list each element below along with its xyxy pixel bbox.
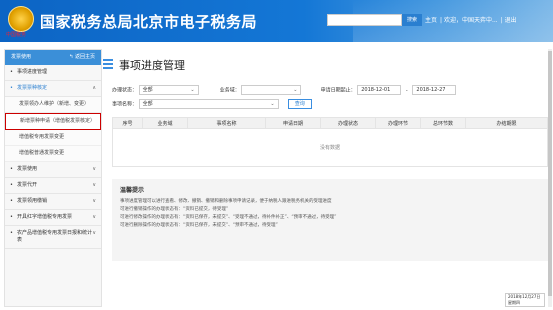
sidebar-subitem-new-type[interactable]: 新增票种申请（增值税发票核定）: [5, 113, 101, 130]
sidebar-item-invoice-type[interactable]: • 发票票种核定 ∧: [5, 81, 101, 97]
list-icon: [103, 59, 113, 70]
sidebar: 发票使用 ↰ 返回主页 • 事项进度管理 • 发票票种核定 ∧ 发票领办人维护（…: [4, 49, 102, 307]
col-header: 事项名称: [187, 117, 266, 129]
filter-row-1: 办理状态： 全部 ⌄ 业务域： ⌄ 申请日期起止： 2018-12-01 - 20…: [112, 85, 457, 95]
search-input[interactable]: [327, 14, 402, 26]
logout-link[interactable]: 退出: [505, 17, 517, 24]
bullet-icon: •: [10, 69, 13, 75]
item-label: 事项名称：: [112, 101, 138, 108]
tray-day: 星期四: [508, 300, 520, 305]
date-to-input[interactable]: 2018-12-27: [412, 85, 457, 95]
main-content: 事项进度管理 办理状态： 全部 ⌄ 业务域： ⌄ 申请日期起止： 2018-12-…: [103, 49, 550, 307]
col-header: 办结期限: [465, 117, 548, 129]
chevron-down-icon: ∨: [92, 230, 96, 236]
status-label: 办理状态：: [112, 87, 138, 94]
sidebar-item-agri-report[interactable]: • 农产品增值税专用发票日报和统计表 ∨: [5, 226, 101, 249]
col-header: 总环节数: [420, 117, 466, 129]
date-separator: -: [405, 87, 408, 94]
top-header: 中国税务 国家税务总局北京市电子税务局 搜索 主页 | 欢迎，中国天弈中... | …: [0, 0, 553, 42]
tips-line: 可进行撤销操作的办理状态有：“资料已提交，待受理”: [120, 207, 229, 212]
sidebar-item-red-invoice[interactable]: • 开具红字增值税专用发票 ∨: [5, 210, 101, 226]
sidebar-title: 发票使用: [11, 54, 32, 60]
site-title: 国家税务总局北京市电子税务局: [40, 13, 258, 31]
tips-line: 可进行删除操作的办理状态有：“资料已保存，未提交”、“预审不通过，待受理”: [120, 223, 278, 228]
tips-line: 事项进度管理可以进行查看、修改、撤销、撤销和删除事项申请记录，便于纳税人跟进税务…: [120, 199, 332, 204]
sidebar-item-invoice-issue[interactable]: • 发票领用缴销 ∨: [5, 194, 101, 210]
welcome-user-link[interactable]: 欢迎，中国天弈中...: [444, 17, 498, 24]
emblem-caption: 中国税务: [6, 32, 27, 38]
bullet-icon: •: [10, 85, 13, 91]
query-button[interactable]: 查询: [287, 99, 312, 109]
tax-emblem-logo: [8, 6, 34, 32]
sidebar-item-label: 发票使用: [17, 166, 38, 172]
date-from-input[interactable]: 2018-12-01: [357, 85, 402, 95]
date-label: 申请日期起止：: [320, 87, 356, 94]
sidebar-item-label: 发票领用缴销: [17, 198, 48, 204]
chevron-down-icon: ∨: [92, 182, 96, 188]
table-empty-row: 没有数据: [112, 128, 548, 167]
chevron-down-icon: ∨: [92, 214, 96, 220]
search-button[interactable]: 搜索: [402, 14, 422, 26]
sidebar-item-label: 开具红字增值税专用发票: [17, 214, 73, 220]
sidebar-item-label: 事项进度管理: [17, 69, 48, 75]
progress-table: 序号 业务域 事项名称 申请日期 办理状态 办理环节 总环节数 办结期限 没有数…: [112, 117, 548, 167]
vertical-scrollbar[interactable]: [548, 49, 552, 307]
sidebar-item-invoice-agent[interactable]: • 发票代开 ∨: [5, 178, 101, 194]
sidebar-item-label: 农产品增值税专用发票日报和统计表: [17, 230, 93, 243]
bullet-icon: •: [10, 182, 13, 188]
tray-clock: 2018年12月27日 星期四: [505, 293, 545, 307]
bullet-icon: •: [10, 230, 13, 236]
bullet-icon: •: [10, 214, 13, 220]
chevron-down-icon: ∨: [92, 198, 96, 204]
sidebar-subitem-normal-change[interactable]: 增值税普通发票变更: [5, 146, 101, 162]
col-header: 办理环节: [375, 117, 421, 129]
sidebar-subitem-handler[interactable]: 发票领办人维护（新增、变更）: [5, 97, 101, 113]
tips-line: 可进行修改操作的办理状态有：“资料已保存，未提交”、“受理不通过，待补件补正”、…: [120, 215, 337, 220]
chevron-down-icon: ∨: [92, 166, 96, 172]
col-header: 业务域: [142, 117, 188, 129]
col-header: 申请日期: [265, 117, 321, 129]
tips-panel: 温馨提示 事项进度管理可以进行查看、修改、撤销、撤销和删除事项申请记录，便于纳税…: [112, 179, 548, 261]
bullet-icon: •: [10, 198, 13, 204]
status-value: 全部: [142, 87, 153, 93]
back-home-label: 返回主页: [74, 54, 95, 60]
sidebar-header: 发票使用 ↰ 返回主页: [5, 50, 101, 65]
home-link[interactable]: 主页: [425, 17, 437, 24]
sidebar-item-progress[interactable]: • 事项进度管理: [5, 65, 101, 81]
status-select[interactable]: 全部 ⌄: [138, 85, 199, 95]
empty-message: 没有数据: [112, 128, 548, 167]
table-header-row: 序号 业务域 事项名称 申请日期 办理状态 办理环节 总环节数 办结期限: [112, 117, 548, 129]
sidebar-item-label: 发票代开: [17, 182, 38, 188]
business-select[interactable]: ⌄: [241, 85, 302, 95]
item-value: 全部: [142, 101, 153, 107]
chevron-down-icon: ⌄: [190, 87, 195, 93]
scrollbar-thumb[interactable]: [548, 51, 552, 296]
item-select[interactable]: 全部 ⌄: [138, 99, 279, 109]
back-home-button[interactable]: ↰ 返回主页: [69, 50, 95, 65]
col-header: 办理状态: [320, 117, 376, 129]
header-links: 主页 | 欢迎，中国天弈中... | 退出: [425, 17, 517, 24]
filter-row-2: 事项名称： 全部 ⌄ 查询: [112, 99, 312, 109]
sidebar-item-invoice-use[interactable]: • 发票使用 ∨: [5, 162, 101, 178]
tips-title: 温馨提示: [120, 187, 145, 194]
sidebar-subitem-special-change[interactable]: 增值税专用发票变更: [5, 130, 101, 146]
business-label: 业务域：: [219, 87, 240, 94]
bullet-icon: •: [10, 166, 13, 172]
col-header: 序号: [112, 117, 143, 129]
page-title: 事项进度管理: [119, 59, 185, 72]
chevron-up-icon: ∧: [92, 85, 96, 91]
chevron-down-icon: ⌄: [293, 87, 298, 93]
chevron-down-icon: ⌄: [270, 101, 275, 107]
sidebar-item-label: 发票票种核定: [17, 85, 48, 91]
